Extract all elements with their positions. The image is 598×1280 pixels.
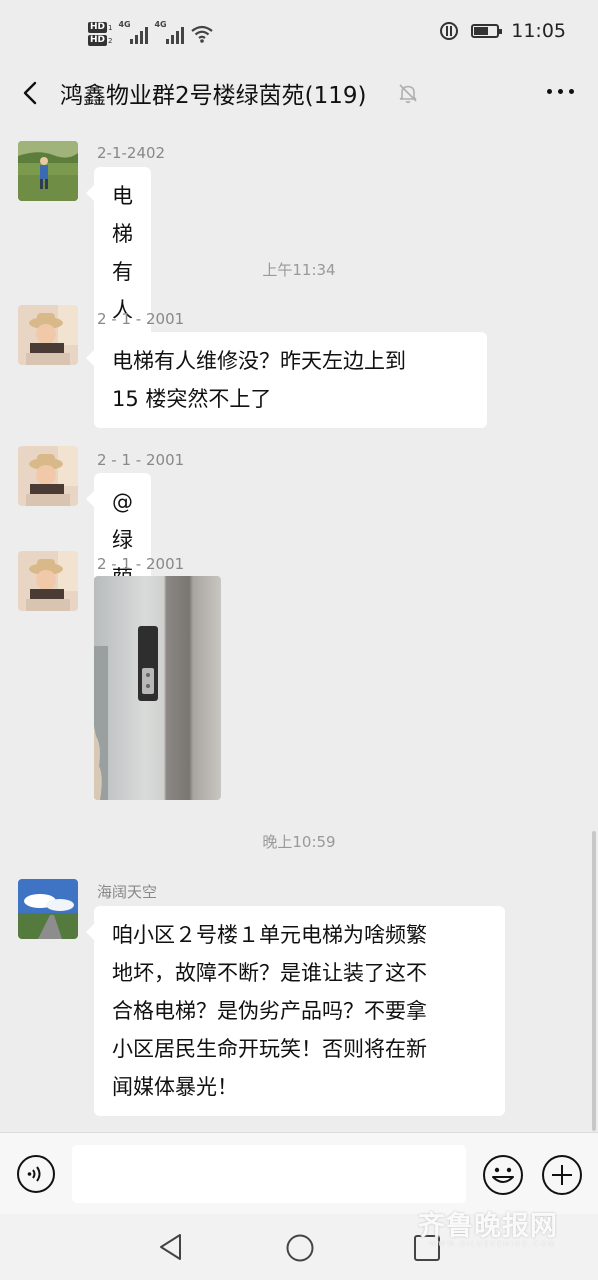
system-home-icon[interactable] <box>285 1233 315 1263</box>
avatar[interactable] <box>18 551 78 611</box>
sender-name: 2-1-2402 <box>97 144 166 162</box>
sim1-hd-label: HD <box>88 22 108 33</box>
message-bubble[interactable]: 电梯有人维修没？昨天左边上到 15 楼突然不上了 <box>86 332 487 428</box>
chat-title: 鸿鑫物业群2号楼绿茵苑(119) <box>60 83 367 109</box>
more-dots-icon[interactable] <box>547 89 574 94</box>
signal-2-network: 4G <box>154 20 167 29</box>
message-input[interactable] <box>72 1145 466 1203</box>
voice-icon[interactable] <box>16 1154 56 1194</box>
wifi-icon <box>191 25 214 43</box>
sim1-number: 1 <box>108 23 113 32</box>
sim2-number: 2 <box>108 36 113 45</box>
message-text-line: 小区居民生命开玩笑！否则将在新 <box>112 1037 427 1061</box>
chat-header: 鸿鑫物业群2号楼绿茵苑(119) <box>0 68 598 126</box>
back-arrow-icon[interactable] <box>16 78 46 108</box>
message-text-line: 15 楼突然不上了 <box>112 387 272 411</box>
sim2-hd-badge: HD 2 <box>88 35 112 46</box>
watermark-logo: 齐鲁晚报网 <box>418 1211 558 1242</box>
input-bar <box>0 1132 598 1215</box>
sender-name: 2 - 1 - 2001 <box>97 555 185 573</box>
timestamp: 晚上10:59 <box>262 833 336 851</box>
bell-off-icon <box>399 84 417 104</box>
avatar[interactable] <box>18 305 78 365</box>
message-text-line: 地坏，故障不断？是谁让装了这不 <box>112 961 427 985</box>
status-bar-left: HD 1 HD 2 4G 4G <box>88 16 214 52</box>
chat-scrollbar[interactable] <box>592 831 596 1131</box>
signal-1-icon: 4G <box>118 20 149 44</box>
data-saver-icon <box>440 22 459 40</box>
battery-level <box>474 27 489 35</box>
sender-name: 2 - 1 - 2001 <box>97 451 185 469</box>
elevator-button-photo[interactable] <box>94 576 221 800</box>
timestamp: 上午11:34 <box>262 261 336 279</box>
avatar[interactable] <box>18 446 78 506</box>
status-bar: HD 1 HD 2 4G 4G 11:05 <box>0 0 598 68</box>
sender-name: 海阔天空 <box>97 883 158 901</box>
signal-2-icon: 4G <box>154 20 185 44</box>
message-text-line: 合格电梯？是伪劣产品吗？不要拿 <box>112 999 427 1023</box>
sender-name: 2 - 1 - 2001 <box>97 310 185 328</box>
message-text-line: 电梯有人维修没？昨天左边上到 <box>112 349 406 373</box>
hd-indicators: HD 1 HD 2 <box>88 22 112 46</box>
system-back-icon[interactable] <box>157 1232 185 1262</box>
sim2-hd-label: HD <box>88 35 108 46</box>
status-clock: 11:05 <box>511 20 566 42</box>
plus-icon[interactable] <box>541 1154 583 1196</box>
battery-icon <box>471 24 503 38</box>
message-text-line: 闻媒体暴光！ <box>112 1075 238 1099</box>
signal-1-network: 4G <box>118 20 131 29</box>
chat-messages[interactable]: 2-1-2402 电梯有人维修 上午11:34 2 - 1 - 2001 电梯有… <box>0 126 598 1132</box>
message-text-line: 咱小区２号楼１单元电梯为啥频繁 <box>112 923 427 947</box>
watermark-url: WWW.QILUEVENING.COM <box>429 1240 556 1248</box>
avatar[interactable] <box>18 141 78 201</box>
emoji-icon[interactable] <box>482 1154 524 1196</box>
message-bubble[interactable]: 咱小区２号楼１单元电梯为啥频繁 地坏，故障不断？是谁让装了这不 合格电梯？是伪劣… <box>86 906 505 1116</box>
sim1-hd-badge: HD 1 <box>88 22 112 33</box>
avatar[interactable] <box>18 879 78 939</box>
status-bar-right: 11:05 <box>439 20 566 42</box>
